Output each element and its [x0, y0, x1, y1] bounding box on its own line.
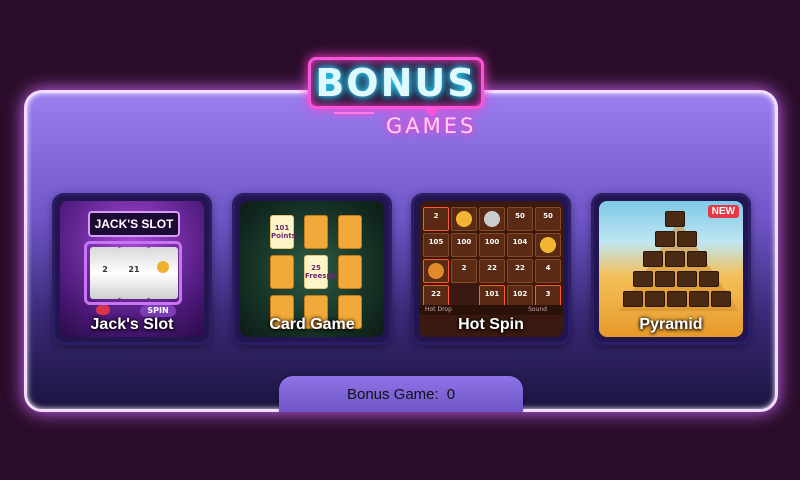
game-label-card-game: Card Game	[269, 316, 355, 333]
hot-spin-cell: 22	[507, 259, 533, 283]
new-badge: NEW	[707, 205, 739, 218]
bonus-game-counter: Bonus Game: 0	[279, 376, 523, 412]
hot-spin-cell: 100	[479, 233, 505, 257]
pyramid-tile	[667, 291, 687, 307]
logo-bonus-text: BONUS	[315, 61, 477, 105]
pyramid-tile	[677, 231, 697, 247]
pyramid-tile	[699, 271, 719, 287]
logo-games: GAMES	[330, 112, 490, 142]
slot-reel: 2	[90, 247, 120, 299]
hot-spin-cell: 104	[507, 233, 533, 257]
pyramid-tile	[677, 271, 697, 287]
pyramid-tile	[689, 291, 709, 307]
bonus-counter-label: Bonus Game:	[346, 385, 439, 403]
bonus-counter-value: 0	[446, 385, 456, 403]
hot-spin-cell: 4	[535, 259, 561, 283]
game-label-hot-spin: Hot Spin	[458, 316, 524, 333]
pyramid-tile	[633, 271, 653, 287]
memory-card	[304, 215, 328, 249]
pyramid-tile	[665, 251, 685, 267]
slot-reel	[148, 247, 178, 299]
slot-title-plate: JACK'S SLOT	[88, 211, 180, 237]
hot-spin-cell: 105	[423, 233, 449, 257]
pyramid-tile	[645, 291, 665, 307]
hot-spin-cell	[535, 233, 561, 257]
memory-card	[338, 215, 362, 249]
hot-spin-cell: 22	[479, 259, 505, 283]
pyramid-tile	[711, 291, 731, 307]
hot-spin-cell	[451, 207, 477, 231]
hot-spin-cell	[423, 259, 449, 283]
pyramid-tile	[623, 291, 643, 307]
pyramid-tile	[655, 271, 675, 287]
memory-card-face: 101 Points	[270, 215, 296, 249]
pyramid-tile	[643, 251, 663, 267]
game-card-card-game[interactable]: 101 Points 25 Freespins Card Game	[232, 193, 392, 345]
bonus-games-screen: BONUS GAMES JACK'S SLOT 2 21 SPIN Jack's…	[0, 0, 800, 480]
hot-spin-cell: 50	[507, 207, 533, 231]
hot-spin-cell: 50	[535, 207, 561, 231]
game-card-pyramid[interactable]: NEW Pyramid	[591, 193, 751, 345]
hot-spin-cell: 2	[423, 207, 449, 231]
pyramid-tile	[655, 231, 675, 247]
hot-spin-cell: 2	[451, 259, 477, 283]
game-card-hot-spin[interactable]: 2 50 50 105 100 100 104 2 22 22 4 22 101…	[411, 193, 571, 345]
game-label-pyramid: Pyramid	[639, 316, 703, 333]
slot-red-button	[96, 305, 110, 315]
game-label-jacks-slot: Jack's Slot	[90, 316, 174, 333]
hot-spin-cell	[479, 207, 505, 231]
hot-spin-bar: Hot Drop Sound	[419, 305, 563, 315]
memory-card-face: 25 Freespins	[304, 255, 343, 289]
logo-line-left	[334, 112, 374, 114]
pyramid-tile	[665, 211, 685, 227]
slot-reel: 21	[119, 247, 149, 299]
hot-spin-cell: 100	[451, 233, 477, 257]
game-card-jacks-slot[interactable]: JACK'S SLOT 2 21 SPIN Jack's Slot	[52, 193, 212, 345]
memory-card	[270, 255, 294, 289]
bonus-logo: BONUS	[308, 57, 484, 117]
memory-card	[338, 255, 362, 289]
logo-games-text: GAMES	[386, 114, 477, 138]
pyramid-tile	[687, 251, 707, 267]
